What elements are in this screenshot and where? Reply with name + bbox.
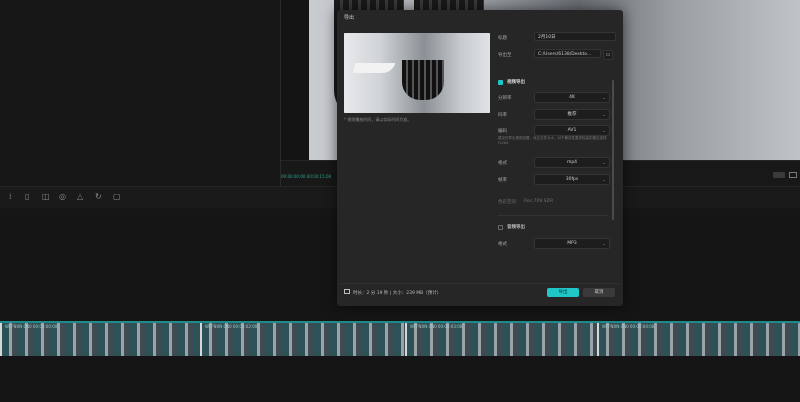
cancel-button[interactable]: 取消 xyxy=(583,288,615,297)
audio-export-checkbox[interactable] xyxy=(498,225,503,230)
clip-label: WFFNXN 0N0 00:00:03:00 xyxy=(410,324,463,329)
bitrate-value: 推荐 xyxy=(567,112,577,117)
mirror-icon[interactable]: △ xyxy=(77,193,83,201)
export-path-input[interactable]: C:/Users/6138/Deskto... xyxy=(534,49,601,58)
codec-label: 编码 xyxy=(498,129,507,134)
timeline-clip[interactable]: WFFNXN 0N0 00:00:02:00 xyxy=(200,323,407,356)
codec-value: AV1 xyxy=(567,128,577,133)
folder-icon[interactable]: ▭ xyxy=(603,50,613,60)
timeline-clip[interactable]: WFFNXN 0N0 00:00:04:00 xyxy=(597,323,800,356)
chevron-down-icon: ⌄ xyxy=(602,241,606,246)
title-label: 标题 xyxy=(498,36,507,41)
footer-divider xyxy=(340,283,620,284)
chevron-down-icon: ⌄ xyxy=(602,112,606,117)
codec-select[interactable]: AV1 ⌄ xyxy=(534,125,610,136)
timeline-clip[interactable]: WFFNXN 0N0 00:00:03:00 xyxy=(405,323,599,356)
resolution-value: 4K xyxy=(569,95,575,100)
title-input[interactable]: 2月10日 xyxy=(534,32,616,41)
color-space-label: 色彩空间 xyxy=(498,200,516,205)
ratio-button[interactable] xyxy=(773,172,785,178)
car-grille xyxy=(402,60,444,100)
export-to-label: 导出至 xyxy=(498,53,512,58)
export-thumbnail xyxy=(344,33,490,113)
settings-scrollbar[interactable] xyxy=(612,80,614,220)
format-label: 格式 xyxy=(498,161,507,166)
export-button[interactable]: 导出 xyxy=(547,288,579,297)
video-track: WFFNXN 0N0 00:00:00:00 WFFNXN 0N0 00:00:… xyxy=(0,321,800,356)
delete-icon[interactable]: ▯ xyxy=(25,193,29,201)
format-value: mp4 xyxy=(566,160,578,165)
chevron-down-icon: ⌄ xyxy=(602,177,606,182)
clip-label: WFFNXN 0N0 00:00:00:00 xyxy=(5,324,58,329)
duration-tip: * 视频播放时间，请以实际时间为准。 xyxy=(344,117,412,122)
rotate-icon[interactable]: ↻ xyxy=(95,193,102,201)
framerate-label: 帧率 xyxy=(498,178,507,183)
framerate-value: 30fps xyxy=(565,177,579,182)
fullscreen-icon[interactable] xyxy=(789,172,797,178)
chevron-down-icon: ⌄ xyxy=(602,160,606,165)
clip-label: WFFNXN 0N0 00:00:02:00 xyxy=(205,324,258,329)
chevron-down-icon: ⌄ xyxy=(602,95,606,100)
speed-icon[interactable]: ◎ xyxy=(59,193,66,201)
dialog-title: 导出 xyxy=(344,15,355,21)
crop-icon[interactable]: ◫ xyxy=(42,193,50,201)
section-divider xyxy=(498,215,608,216)
clip-label: WFFNXN 0N0 00:00:04:00 xyxy=(602,324,655,329)
export-info: 时长：2 分 19 秒 | 大小：239 MB（预计） xyxy=(353,291,442,296)
resolution-select[interactable]: 4K ⌄ xyxy=(534,92,610,103)
panel-divider xyxy=(281,0,309,186)
video-section-title: 视频导出 xyxy=(507,80,525,85)
resolution-label: 分辨率 xyxy=(498,96,512,101)
audio-section-title: 音频导出 xyxy=(507,225,525,230)
color-space-value: Rec.709 SDR xyxy=(524,199,554,204)
audio-format-select[interactable]: MP3 ⌄ xyxy=(534,238,610,249)
audio-format-value: MP3 xyxy=(567,241,577,246)
chevron-down-icon: ⌄ xyxy=(602,128,606,133)
bitrate-select[interactable]: 推荐 ⌄ xyxy=(534,109,610,120)
codec-note: 建议在导出视频设置，对比文件大小，对于兼容性要求较高的建议选择 H.264 xyxy=(498,136,607,145)
framerate-select[interactable]: 30fps ⌄ xyxy=(534,174,610,185)
video-export-checkbox[interactable] xyxy=(498,80,503,85)
timeline-clip[interactable]: WFFNXN 0N0 00:00:00:00 xyxy=(0,323,202,356)
format-select[interactable]: mp4 ⌄ xyxy=(534,157,610,168)
split-icon[interactable]: ⁞ xyxy=(9,193,12,201)
preview-timecode: 00:00:00:00 00:00:15:08 xyxy=(281,174,332,179)
audio-format-label: 格式 xyxy=(498,242,507,247)
media-panel xyxy=(0,0,281,186)
bitrate-label: 码率 xyxy=(498,113,507,118)
freeze-icon[interactable]: ▢ xyxy=(113,193,121,201)
film-icon xyxy=(344,289,350,294)
